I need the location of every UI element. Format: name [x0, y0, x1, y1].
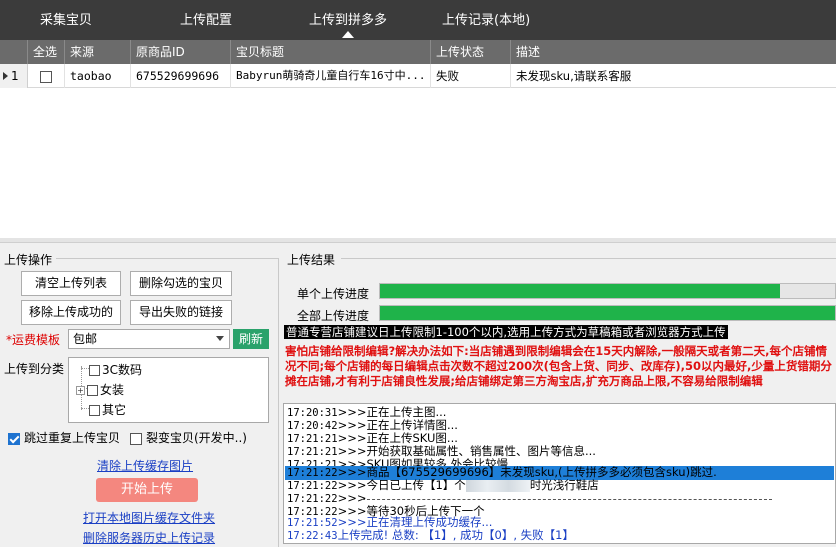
table-header: 全选 来源 原商品ID 宝贝标题 上传状态 描述 [0, 40, 836, 64]
chevron-down-icon [216, 336, 224, 341]
row-index: 1 [11, 69, 19, 83]
export-failed-button[interactable]: 导出失败的链接 [130, 300, 232, 325]
shipping-template-label: *运费模板 [6, 333, 61, 347]
log-separator [362, 499, 772, 500]
all-progress-bar [379, 305, 836, 321]
split-item-option[interactable]: 裂变宝贝(开发中..) [130, 429, 247, 446]
skip-duplicate-label: 跳过重复上传宝贝 [24, 431, 121, 445]
category-checkbox[interactable] [89, 365, 100, 376]
clear-cache-link[interactable]: 清除上传缓存图片 [97, 457, 193, 474]
open-cache-folder-link[interactable]: 打开本地图片缓存文件夹 [83, 509, 215, 526]
category-item-label: 女装 [100, 383, 125, 397]
cell-item-id: 675529699696 [131, 64, 231, 88]
skip-duplicate-option[interactable]: 跳过重复上传宝贝 [8, 429, 120, 446]
upload-log[interactable]: 17:20:31>>>正在上传主图... 17:20:42>>>正在上传详情图.… [283, 403, 836, 544]
log-line: 17:21:22>>>今日已上传【1】个 时光浅行鞋店 [287, 478, 599, 493]
cell-description: 未发现sku,请联系客服 [516, 69, 632, 83]
category-checkbox[interactable] [87, 385, 98, 396]
category-label: 上传到分类 [4, 362, 65, 376]
cell-title: Babyrun萌骑奇儿童自行车16寸中... [231, 64, 431, 88]
column-item-id: 原商品ID [131, 40, 231, 64]
delete-checked-button[interactable]: 删除勾选的宝贝 [130, 271, 232, 296]
delete-history-link[interactable]: 删除服务器历史上传记录 [83, 529, 215, 546]
category-item-womens[interactable]: + 女装 [76, 381, 124, 398]
clear-list-button[interactable]: 清空上传列表 [21, 271, 121, 296]
cell-status: 失败 [431, 64, 511, 88]
tab-collect-items[interactable]: 采集宝贝 [40, 9, 92, 28]
tab-upload-pinduoduo[interactable]: 上传到拼多多 [309, 9, 387, 38]
column-source: 来源 [65, 40, 131, 64]
redacted-shop-name [465, 479, 530, 492]
refresh-button[interactable]: 刷新 [233, 329, 269, 349]
category-item-3c[interactable]: 3C数码 [89, 361, 142, 378]
panel-divider [278, 258, 279, 547]
category-item-label: 3C数码 [102, 363, 143, 377]
start-upload-button[interactable]: 开始上传 [96, 478, 198, 502]
daily-limit-notice: 普通专营店铺建议日上传限制1-100个以内,选用上传方式为草稿箱或者浏览器方式上… [284, 325, 728, 339]
cell-source: taobao [65, 64, 131, 88]
tree-guide-branch [81, 408, 89, 409]
column-select-all[interactable]: 全选 [28, 40, 65, 64]
table-row[interactable]: 1 taobao 675529699696 Babyrun萌骑奇儿童自行车16寸… [0, 64, 836, 88]
tab-upload-records[interactable]: 上传记录(本地) [442, 9, 530, 28]
upload-ops-title: 上传操作 [4, 253, 53, 267]
remove-success-button[interactable]: 移除上传成功的 [21, 300, 121, 325]
category-tree: 3C数码 + 女装 其它 [68, 357, 269, 423]
column-description: 描述 [516, 45, 541, 59]
log-line: 17:22:43上传完成! 总数: 【1】, 成功【0】, 失败【1】 [287, 528, 574, 543]
upload-table: 全选 来源 原商品ID 宝贝标题 上传状态 描述 1 taobao 675529… [0, 40, 836, 238]
category-item-label: 其它 [102, 403, 127, 417]
row-checkbox[interactable] [40, 70, 52, 83]
row-checkbox-cell [28, 64, 65, 88]
upload-results-rule [341, 258, 836, 259]
tree-guide-branch [81, 368, 89, 369]
expand-plus-icon[interactable]: + [76, 386, 85, 395]
split-item-checkbox[interactable] [130, 432, 142, 445]
single-progress-fill [380, 284, 781, 298]
shipping-template-select[interactable]: 包邮 [68, 329, 230, 349]
upload-results-title: 上传结果 [287, 253, 336, 267]
top-navigation: 采集宝贝 上传配置 上传到拼多多 上传记录(本地) [0, 0, 836, 40]
category-checkbox[interactable] [89, 405, 100, 416]
upload-ops-rule [56, 258, 278, 259]
row-header-corner [0, 40, 28, 64]
all-progress-fill [380, 306, 835, 320]
tab-upload-config[interactable]: 上传配置 [180, 9, 232, 28]
skip-duplicate-checkbox[interactable] [8, 432, 20, 445]
column-status: 上传状态 [431, 40, 511, 64]
category-item-other[interactable]: 其它 [89, 401, 126, 418]
current-row-arrow-icon [3, 72, 8, 80]
edit-limit-warning: 害怕店铺给限制编辑?解决办法如下:当店铺遇到限制编辑会在15天内解除,一般隔天或… [285, 344, 832, 388]
column-title: 宝贝标题 [231, 40, 431, 64]
single-progress-bar [379, 283, 836, 299]
split-item-label: 裂变宝贝(开发中..) [146, 431, 247, 445]
row-header[interactable]: 1 [0, 64, 28, 88]
single-progress-label: 单个上传进度 [297, 287, 370, 301]
all-progress-label: 全部上传进度 [297, 309, 370, 323]
panel-splitter[interactable] [0, 238, 836, 243]
shipping-template-value: 包邮 [73, 332, 98, 346]
